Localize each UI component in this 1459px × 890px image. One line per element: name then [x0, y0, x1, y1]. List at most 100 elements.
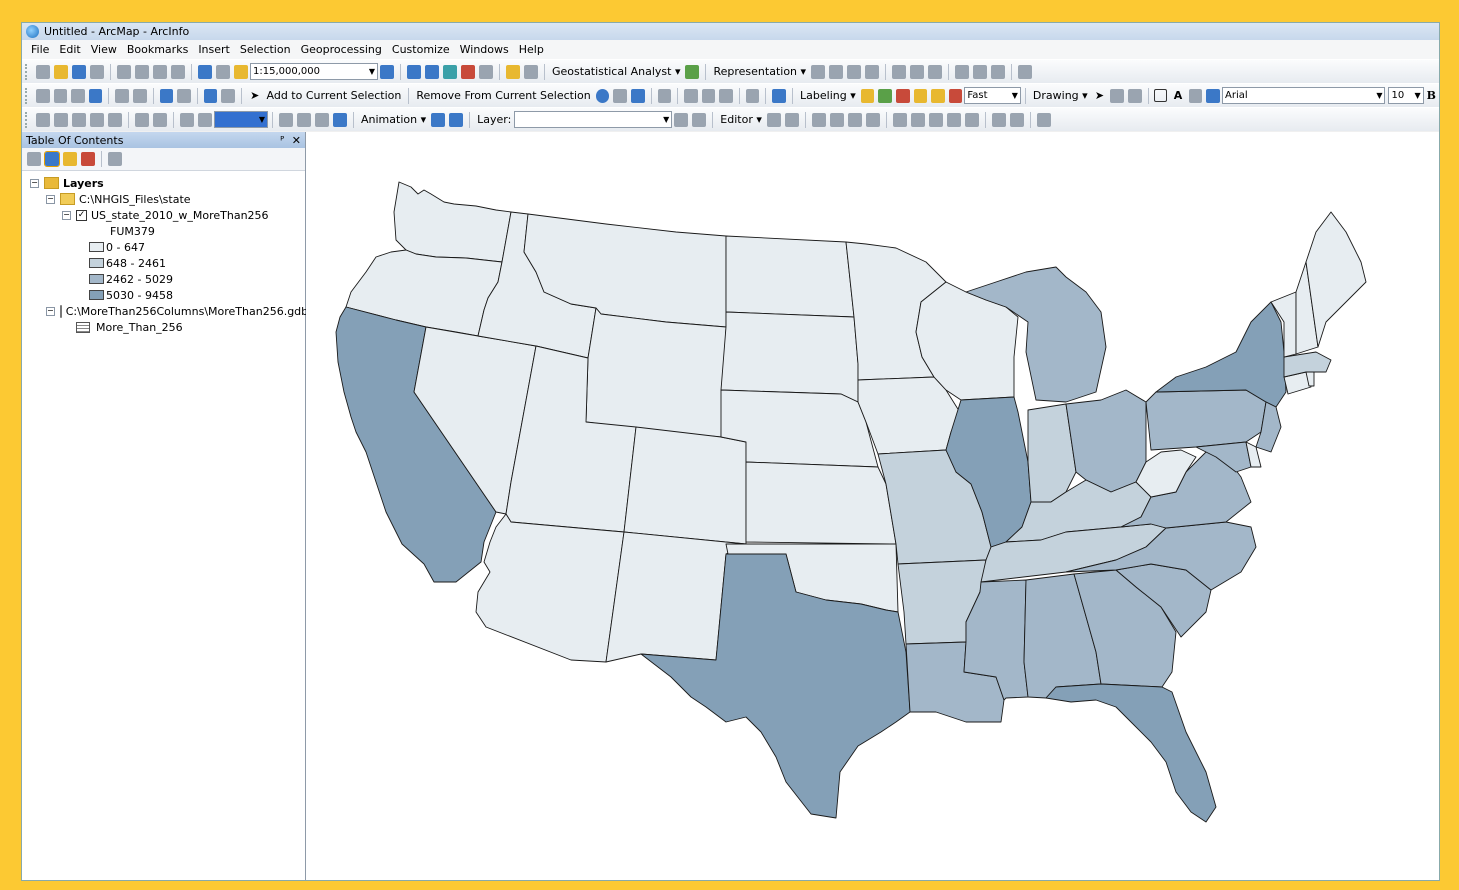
- fixed-zoom-in-icon[interactable]: [115, 88, 129, 103]
- collapse-icon[interactable]: −: [30, 178, 39, 188]
- paste-icon[interactable]: [153, 64, 167, 79]
- table-of-contents-icon[interactable]: [407, 64, 421, 79]
- text-a-icon[interactable]: A: [1171, 89, 1185, 103]
- new-document-icon[interactable]: [36, 64, 50, 79]
- map-view[interactable]: [306, 132, 1439, 880]
- label-weight-icon[interactable]: [895, 88, 910, 103]
- view-unplaced-labels-icon[interactable]: [948, 88, 963, 103]
- rectangle-icon[interactable]: [1154, 89, 1168, 102]
- fixed-zoom-out-icon[interactable]: [132, 88, 147, 103]
- toolbar-grip[interactable]: [25, 87, 30, 104]
- select-elements-arrow-icon[interactable]: ➤: [248, 89, 262, 103]
- geostatistical-analyst-menu[interactable]: Geostatistical Analyst ▾: [549, 65, 683, 78]
- table-row[interactable]: More_Than_256: [22, 319, 305, 335]
- identify-icon[interactable]: [595, 88, 610, 103]
- state-florida[interactable]: [1045, 683, 1217, 823]
- rotate-icon[interactable]: [1110, 88, 1124, 103]
- remove-from-current-selection-button[interactable]: Remove From Current Selection: [413, 89, 593, 102]
- menu-selection[interactable]: Selection: [237, 43, 298, 56]
- toolbar-grip[interactable]: [25, 111, 30, 128]
- forward-arrow-icon[interactable]: [177, 88, 191, 103]
- menu-edit[interactable]: Edit: [56, 43, 87, 56]
- state-north-dakota[interactable]: [725, 235, 855, 318]
- select-elements-icon[interactable]: ➤: [1093, 89, 1107, 103]
- state-pennsylvania[interactable]: [1145, 389, 1267, 451]
- bold-button[interactable]: B: [1424, 89, 1439, 102]
- legend-class-row[interactable]: 648 - 2461: [22, 255, 305, 271]
- whats-this-icon[interactable]: [524, 64, 538, 79]
- undo-icon[interactable]: [198, 64, 212, 79]
- arctoolbox-icon[interactable]: [461, 64, 475, 79]
- animation-controls-icon[interactable]: [449, 112, 464, 127]
- focus-data-frame-icon[interactable]: [297, 112, 311, 127]
- pan-hand-icon[interactable]: [71, 88, 85, 103]
- pause-labeling-icon[interactable]: [931, 88, 945, 103]
- collapse-icon[interactable]: −: [46, 194, 55, 204]
- representation-tool-icon[interactable]: [955, 64, 970, 79]
- html-popup-icon[interactable]: [630, 88, 645, 103]
- representation-menu[interactable]: Representation ▾: [710, 65, 809, 78]
- measure-icon[interactable]: [657, 88, 672, 103]
- legend-class-row[interactable]: 0 - 647: [22, 239, 305, 255]
- labeling-menu[interactable]: Labeling ▾: [797, 89, 859, 102]
- time-slider-icon[interactable]: [745, 88, 760, 103]
- toggle-draft-mode-icon[interactable]: [279, 112, 293, 127]
- label-priority-icon[interactable]: [878, 88, 892, 103]
- geodatabase-row[interactable]: − C:\MoreThan256Columns\MoreThan256.gdb: [22, 303, 308, 319]
- drawing-menu[interactable]: Drawing ▾: [1030, 89, 1091, 102]
- representation-tool-icon[interactable]: [973, 64, 988, 79]
- go-to-xy-icon[interactable]: [719, 88, 733, 103]
- lock-labels-icon[interactable]: [913, 88, 928, 103]
- state-washington[interactable]: [393, 181, 512, 263]
- save-icon[interactable]: [72, 64, 86, 79]
- model-builder-icon[interactable]: [506, 64, 520, 79]
- menu-customize[interactable]: Customize: [389, 43, 457, 56]
- hyperlink-icon[interactable]: [613, 88, 627, 103]
- copy-icon[interactable]: [135, 64, 149, 79]
- find-route-icon[interactable]: [701, 88, 716, 103]
- font-name-combo[interactable]: Arial ▼: [1222, 87, 1386, 104]
- font-size-combo[interactable]: 10 ▼: [1388, 87, 1424, 104]
- menu-view[interactable]: View: [88, 43, 124, 56]
- delete-icon[interactable]: [171, 64, 185, 79]
- catalog-window-icon[interactable]: [425, 64, 439, 79]
- full-extent-globe-icon[interactable]: [88, 88, 103, 103]
- map-scale-combo[interactable]: 1:15,000,000 ▼: [250, 63, 378, 80]
- state-ohio[interactable]: [1065, 389, 1147, 493]
- pin-icon[interactable]: ᴾ: [280, 134, 284, 147]
- state-kansas[interactable]: [745, 461, 897, 545]
- zoom-in-icon[interactable]: [35, 88, 50, 103]
- toolbar-grip[interactable]: [25, 63, 30, 80]
- animation-menu[interactable]: Animation ▾: [358, 113, 429, 126]
- legend-class-row[interactable]: 2462 - 5029: [22, 271, 305, 287]
- label-manager-icon[interactable]: [860, 88, 875, 103]
- data-driven-pages-icon[interactable]: [333, 112, 347, 127]
- representation-properties-icon[interactable]: [1018, 64, 1033, 79]
- representation-tool-icon[interactable]: [892, 64, 907, 79]
- state-colorado[interactable]: [623, 426, 747, 545]
- select-representation-icon[interactable]: [811, 64, 826, 79]
- font-icon[interactable]: [1206, 88, 1220, 103]
- representation-tool-icon[interactable]: [865, 64, 880, 79]
- state-south-dakota[interactable]: [720, 311, 859, 403]
- cut-icon[interactable]: [117, 64, 131, 79]
- menu-geoprocessing[interactable]: Geoprocessing: [298, 43, 389, 56]
- layer-row[interactable]: − ✓ US_state_2010_w_MoreThan256: [22, 207, 305, 223]
- geostat-wizard-icon[interactable]: [685, 64, 700, 79]
- create-viewer-window-icon[interactable]: [772, 88, 787, 103]
- close-icon[interactable]: ✕: [292, 134, 301, 147]
- print-icon[interactable]: [90, 64, 104, 79]
- find-binoculars-icon[interactable]: [684, 88, 698, 103]
- state-maine[interactable]: [1305, 211, 1367, 348]
- representation-tool-icon[interactable]: [991, 64, 1006, 79]
- toc-options-icon[interactable]: [108, 152, 122, 166]
- representation-tool-icon[interactable]: [928, 64, 943, 79]
- folder-row[interactable]: − C:\NHGIS_Files\state: [22, 191, 305, 207]
- add-to-current-selection-button[interactable]: Add to Current Selection: [264, 89, 405, 102]
- list-by-visibility-icon[interactable]: [63, 152, 77, 166]
- open-folder-icon[interactable]: [54, 64, 68, 79]
- editor-menu[interactable]: Editor ▾: [717, 113, 765, 126]
- menu-bookmarks[interactable]: Bookmarks: [124, 43, 195, 56]
- layer-visibility-checkbox[interactable]: ✓: [76, 209, 87, 221]
- spline-icon[interactable]: [1188, 88, 1203, 103]
